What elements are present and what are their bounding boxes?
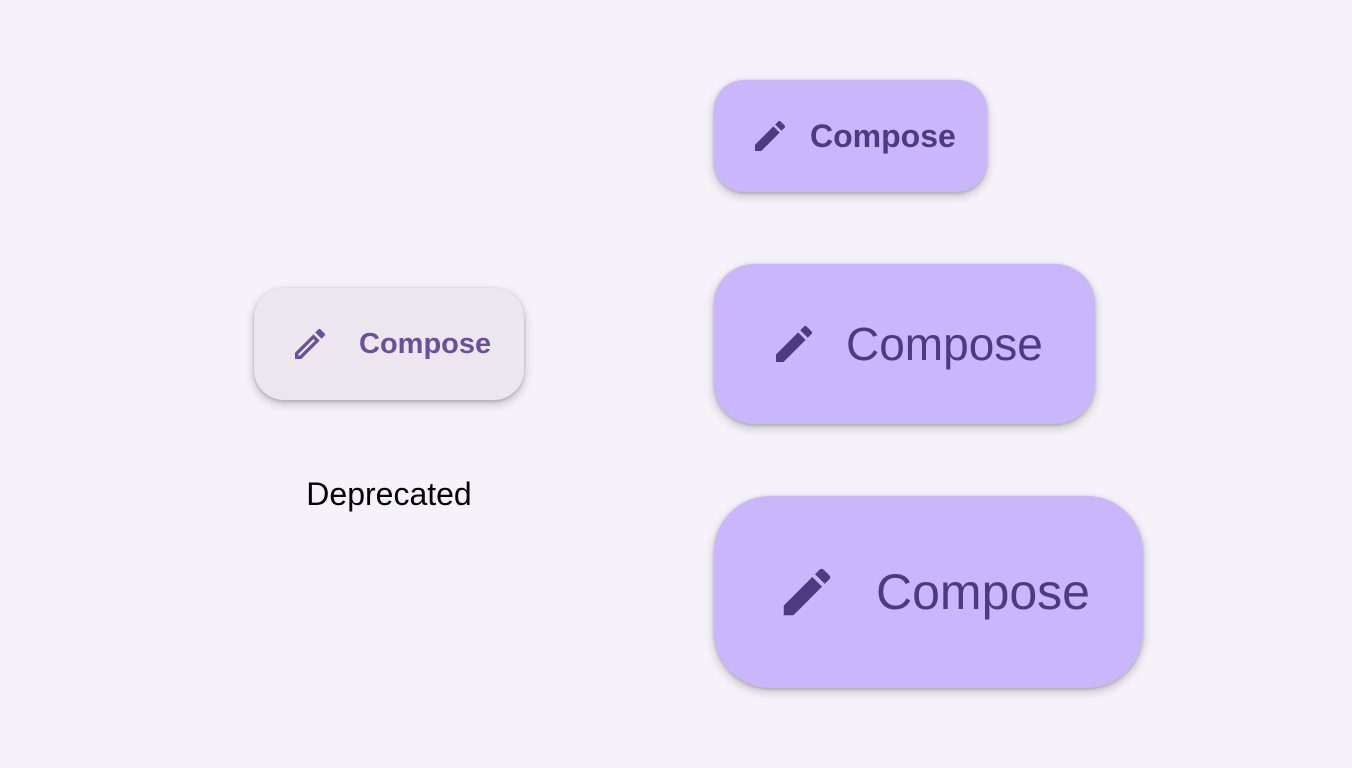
edit-pencil-icon — [750, 116, 790, 156]
edit-pencil-outline-icon — [290, 324, 330, 364]
edit-pencil-icon — [770, 320, 818, 368]
compose-label: Compose — [846, 318, 1043, 370]
compose-label: Compose — [876, 564, 1090, 620]
compose-label: Compose — [359, 327, 492, 360]
deprecated-caption: Deprecated — [306, 476, 472, 512]
compose-fab-small[interactable]: Compose — [714, 80, 987, 192]
edit-pencil-icon — [776, 561, 838, 623]
compose-label: Compose — [810, 118, 956, 154]
compose-fab-deprecated[interactable]: Compose — [254, 288, 524, 400]
compose-fab-large[interactable]: Compose — [714, 496, 1143, 688]
compose-fab-medium[interactable]: Compose — [714, 264, 1095, 424]
